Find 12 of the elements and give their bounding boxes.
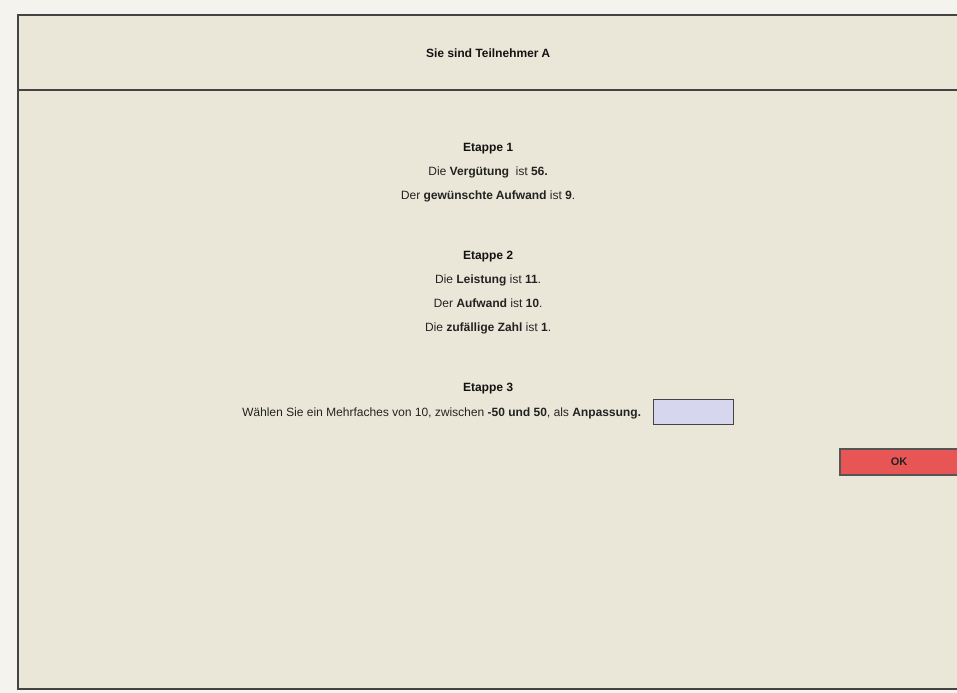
stage-title: Etappe 1 — [462, 139, 513, 156]
prompt-text: Wählen Sie ein Mehrfaches von 10, zwischen -50 und 50, als Anpassung. — [242, 404, 641, 421]
stage-title: Etappe 2 — [462, 247, 513, 264]
stage-line: Die Leistung ist 11. — [434, 271, 542, 288]
answer-field[interactable] — [652, 399, 734, 425]
stage-line: Die Vergütung ist 56. — [428, 163, 548, 180]
stage-title: Etappe 3 — [462, 379, 513, 396]
ok-button[interactable]: OK — [839, 448, 957, 476]
stage-line: Die zufällige Zahl ist 1. — [424, 319, 552, 336]
header-title: Sie sind Teilnehmer A — [426, 44, 550, 62]
stage-line: Der gewünschte Aufwand ist 9. — [400, 187, 576, 204]
stage-line: Der Aufwand ist 10. — [434, 295, 542, 312]
